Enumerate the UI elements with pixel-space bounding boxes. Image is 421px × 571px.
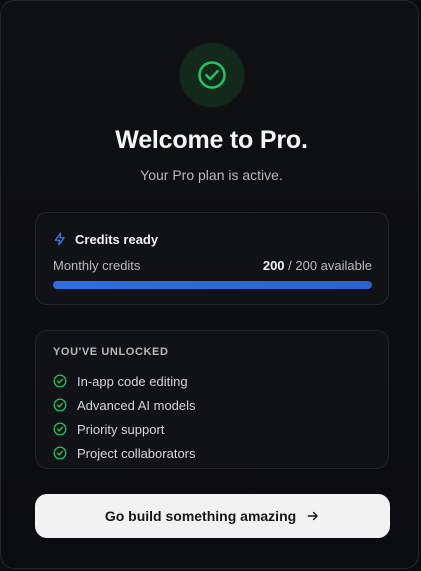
page-title: Welcome to Pro. <box>115 126 308 154</box>
go-build-label: Go build something amazing <box>104 508 297 524</box>
feature-item: Priority support <box>53 417 196 441</box>
check-circle-icon <box>53 422 67 436</box>
credits-amount: 200 / 200 available <box>263 258 372 273</box>
go-build-button[interactable]: Go build something amazing <box>35 494 390 538</box>
credits-title: Credits ready <box>75 231 159 247</box>
check-circle-icon <box>198 61 226 89</box>
feature-list: In-app code editing Advanced AI models P… <box>53 369 196 465</box>
credits-label: Monthly credits <box>53 258 141 273</box>
check-circle-icon <box>53 374 67 388</box>
feature-label: Project collaborators <box>77 445 196 461</box>
arrow-right-icon <box>307 511 318 521</box>
credits-progress-bar <box>53 281 372 289</box>
check-circle-icon <box>53 398 67 412</box>
pro-welcome-modal: Welcome to Pro. Your Pro plan is active.… <box>0 0 419 569</box>
feature-item: Project collaborators <box>53 441 196 465</box>
feature-label: In-app code editing <box>77 373 188 389</box>
page-subtitle: Your Pro plan is active. <box>140 167 283 183</box>
check-circle-icon <box>53 446 67 460</box>
unlocked-features-card: YOU'VE UNLOCKED In-app code editing Adva… <box>35 330 389 469</box>
success-badge <box>180 43 244 107</box>
feature-label: Advanced AI models <box>77 397 196 413</box>
feature-item: Advanced AI models <box>53 393 196 417</box>
feature-label: Priority support <box>77 421 165 437</box>
credits-card: Credits ready Monthly credits 200 / 200 … <box>35 212 389 305</box>
credits-header: Credits ready <box>53 231 158 247</box>
credits-progress-fill <box>53 281 372 289</box>
feature-item: In-app code editing <box>53 369 196 393</box>
lightning-icon <box>54 232 65 246</box>
credits-current: 200 <box>262 258 285 273</box>
unlocked-heading: YOU'VE UNLOCKED <box>53 346 169 358</box>
credits-row: Monthly credits 200 / 200 available <box>53 258 372 273</box>
credits-total: / 200 available <box>284 258 372 273</box>
